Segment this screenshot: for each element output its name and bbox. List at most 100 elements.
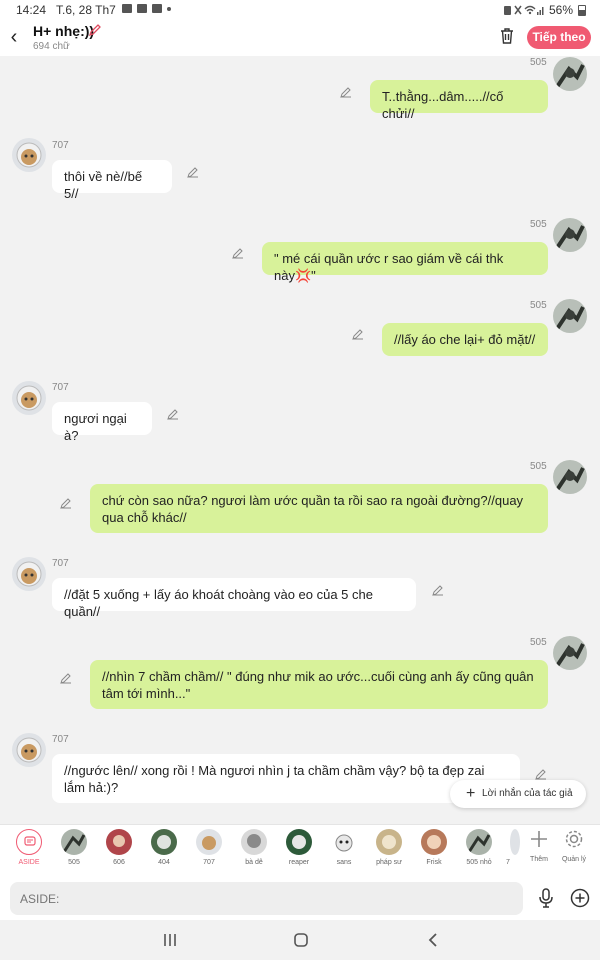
character-label: reaper bbox=[288, 859, 310, 866]
avatar[interactable] bbox=[12, 381, 46, 415]
avatar bbox=[106, 829, 132, 855]
avatar[interactable] bbox=[553, 636, 587, 670]
add-circle-icon[interactable] bbox=[570, 888, 590, 908]
message-bubble[interactable]: " mé cái quần ước r sao giám về cái thk … bbox=[262, 242, 548, 283]
avatar[interactable] bbox=[12, 733, 46, 767]
avatar bbox=[61, 829, 87, 855]
edit-icon[interactable] bbox=[60, 497, 72, 509]
character-label: pháp sư bbox=[376, 859, 402, 866]
signal-icons bbox=[503, 5, 544, 15]
sender-name: 707 bbox=[52, 558, 69, 569]
character-label: 505 bbox=[68, 859, 80, 866]
edit-icon[interactable] bbox=[340, 86, 352, 98]
character-label: ASIDE bbox=[18, 859, 40, 866]
message-bubble[interactable]: //nhìn 7 chầm chầm// " đúng như mik ao ư… bbox=[90, 660, 548, 709]
avatar[interactable] bbox=[12, 557, 46, 591]
avatar[interactable] bbox=[553, 460, 587, 494]
system-nav-bar bbox=[0, 920, 600, 960]
edit-icon[interactable] bbox=[352, 328, 364, 340]
character-505[interactable]: 505 bbox=[54, 829, 94, 866]
sender-name: 707 bbox=[52, 734, 69, 745]
back-icon[interactable]: ‹ bbox=[6, 25, 22, 49]
avatar[interactable] bbox=[553, 299, 587, 333]
character-selector: ASIDE 505 606 404 707 bà dê reaper sans … bbox=[0, 824, 600, 874]
avatar bbox=[196, 829, 222, 855]
folder-icon bbox=[137, 4, 147, 13]
notification-icons bbox=[122, 4, 171, 13]
story-title: H+ nhẹ:)) bbox=[33, 23, 95, 39]
character-label: 505 nhỏ bbox=[466, 859, 492, 866]
mic-icon[interactable] bbox=[538, 888, 554, 908]
next-button[interactable]: Tiếp theo bbox=[527, 26, 591, 49]
character-sans[interactable]: sans bbox=[324, 829, 364, 866]
character-7[interactable]: 7 bbox=[496, 829, 520, 866]
edit-icon[interactable] bbox=[167, 408, 179, 420]
edit-icon[interactable] bbox=[432, 584, 444, 596]
message-bubble[interactable]: chứ còn sao nữa? ngươi làm ước quần ta r… bbox=[90, 484, 548, 533]
character-label: 404 bbox=[158, 859, 170, 866]
battery-icon bbox=[578, 4, 586, 16]
character-aside[interactable]: ASIDE bbox=[9, 829, 49, 866]
edit-icon[interactable] bbox=[187, 166, 199, 178]
sender-name: 505 bbox=[530, 219, 547, 230]
edit-icon[interactable] bbox=[60, 672, 72, 684]
character-label: bà dê bbox=[245, 859, 263, 866]
header: ‹ H+ nhẹ:)) 694 chữ Tiếp theo bbox=[0, 20, 600, 56]
character-label: Frisk bbox=[426, 859, 442, 866]
home-icon[interactable] bbox=[291, 930, 311, 950]
back-nav-icon[interactable] bbox=[423, 930, 443, 950]
plus-icon bbox=[531, 831, 547, 847]
zalo-icon bbox=[152, 4, 162, 13]
status-date: T.6, 28 Th7 bbox=[56, 3, 116, 17]
message-input[interactable] bbox=[10, 882, 523, 915]
input-bar bbox=[0, 874, 600, 920]
add-character-button[interactable]: Thêm bbox=[526, 827, 552, 863]
sender-name: 707 bbox=[52, 140, 69, 151]
avatar[interactable] bbox=[553, 57, 587, 91]
battery-text: 56% bbox=[548, 3, 573, 17]
avatar[interactable] bbox=[12, 138, 46, 172]
author-note-button[interactable]: + Lời nhắn của tác giả bbox=[450, 780, 586, 808]
avatar bbox=[466, 829, 492, 855]
character-505-nho[interactable]: 505 nhỏ bbox=[459, 829, 499, 866]
character-phap-su[interactable]: pháp sư bbox=[369, 829, 409, 866]
manage-characters-button[interactable]: Quản lý bbox=[560, 827, 588, 863]
avatar bbox=[376, 829, 402, 855]
more-dot-icon bbox=[167, 6, 171, 11]
character-606[interactable]: 606 bbox=[99, 829, 139, 866]
edit-title-icon[interactable] bbox=[88, 23, 102, 37]
status-time: 14:24 bbox=[16, 3, 47, 17]
character-ba-de[interactable]: bà dê bbox=[234, 829, 274, 866]
message-bubble[interactable]: T..thằng...dâm.....//cố chửi// bbox=[370, 80, 548, 121]
avatar[interactable] bbox=[553, 218, 587, 252]
edit-icon[interactable] bbox=[232, 247, 244, 259]
add-label: Thêm bbox=[530, 856, 548, 863]
author-note-label: Lời nhắn của tác giả bbox=[482, 788, 573, 799]
message-bubble[interactable]: //lấy áo che lại+ đỏ mặt// bbox=[382, 323, 548, 356]
avatar bbox=[151, 829, 177, 855]
character-404[interactable]: 404 bbox=[144, 829, 184, 866]
character-frisk[interactable]: Frisk bbox=[414, 829, 454, 866]
character-707[interactable]: 707 bbox=[189, 829, 229, 866]
chat-area: 505 T..thằng...dâm.....//cố chửi// 707 t… bbox=[0, 56, 600, 824]
avatar bbox=[421, 829, 447, 855]
sender-name: 505 bbox=[530, 637, 547, 648]
character-label: 7 bbox=[506, 859, 510, 866]
edit-icon[interactable] bbox=[535, 768, 547, 780]
message-bubble[interactable]: ngươi ngại à? bbox=[52, 402, 152, 443]
word-count: 694 chữ bbox=[33, 41, 70, 52]
system-icons: 56% bbox=[503, 3, 586, 17]
character-label: sans bbox=[336, 859, 352, 866]
avatar bbox=[331, 829, 357, 855]
manage-label: Quản lý bbox=[561, 856, 587, 863]
recents-icon[interactable] bbox=[160, 930, 180, 950]
trash-icon[interactable] bbox=[499, 27, 515, 45]
message-bubble[interactable]: thôi về nè//bế 5// bbox=[52, 160, 172, 201]
plus-icon: + bbox=[466, 785, 476, 802]
message-bubble[interactable]: //đặt 5 xuống + lấy áo khoát choàng vào … bbox=[52, 578, 416, 619]
gallery-icon bbox=[122, 4, 132, 13]
status-bar: 14:24 T.6, 28 Th7 56% bbox=[0, 0, 600, 20]
character-label: 606 bbox=[113, 859, 125, 866]
character-reaper[interactable]: reaper bbox=[279, 829, 319, 866]
sender-name: 707 bbox=[52, 382, 69, 393]
